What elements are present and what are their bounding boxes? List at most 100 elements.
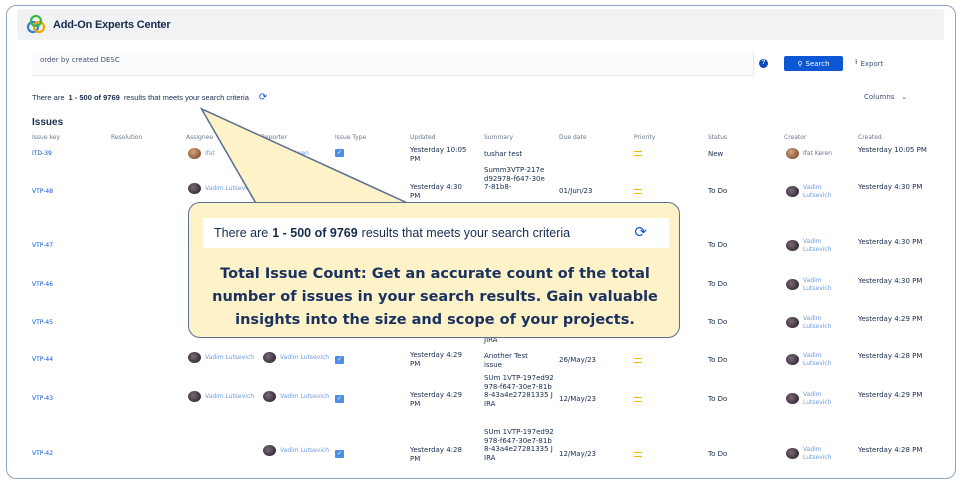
task-type-icon: ✓ <box>335 149 344 157</box>
column-header-resolution[interactable]: Resolution <box>111 134 142 141</box>
creator-cell: Vadim Lutsevich <box>786 352 852 367</box>
assignee-name: Ifat <box>205 149 215 157</box>
status-cell: To Do <box>708 318 728 326</box>
reporter-cell: Ifat Keren <box>263 148 309 159</box>
issue-key-link[interactable]: VTP-48 <box>32 188 53 197</box>
issue-key-link[interactable]: VTP-44 <box>32 356 53 365</box>
created-cell: Yesterday 4:30 PM <box>858 277 923 285</box>
callout-description: Total Issue Count: Get an accurate count… <box>189 263 681 332</box>
export-button[interactable]: ⭱ Export <box>855 56 883 71</box>
app-logo-icon <box>25 14 47 36</box>
column-header-reporter[interactable]: Reporter <box>261 134 287 141</box>
avatar <box>786 317 799 328</box>
task-type-icon: ✓ <box>335 356 344 364</box>
column-header-issue-type[interactable]: Issue Type <box>335 134 366 141</box>
issue-key-link[interactable]: VTP-46 <box>32 281 53 290</box>
issue-type-cell: ✓ <box>335 395 344 403</box>
assignee-name: Vadim Lutsevich <box>205 353 255 361</box>
status-cell: To Do <box>708 241 728 249</box>
issue-key-link[interactable]: VTP-42 <box>32 450 53 459</box>
issue-key-link[interactable]: VTP-45 <box>32 319 53 328</box>
avatar <box>786 148 799 159</box>
callout-results-suffix: results that meets your search criteria <box>361 226 571 240</box>
column-header-updated[interactable]: Updated <box>410 134 436 141</box>
issue-type-cell: ✓ <box>335 356 344 364</box>
creator-cell: Vadim Lutsevich <box>786 238 852 253</box>
status-cell: To Do <box>708 280 728 288</box>
creator-name: Vadim Lutsevich <box>803 184 832 199</box>
callout-results-prefix: There are <box>214 226 269 240</box>
due-date-cell: 12/May/23 <box>559 395 597 403</box>
search-button[interactable]: ⚲ Search <box>784 56 843 71</box>
task-type-icon: ✓ <box>335 395 344 403</box>
issue-type-cell: ✓ <box>335 450 344 458</box>
assignee-cell: Vadim Lutsevich <box>188 352 258 363</box>
assignee-cell: Vadim Lutsevich <box>188 183 258 194</box>
updated-cell: Yesterday 10:05 PM <box>410 146 467 163</box>
creator-cell: Vadim Lutsevich <box>786 184 852 199</box>
summary-cell: SUm 1VTP-197ed92978-f647-30e7-81b8-43a4e… <box>484 428 554 462</box>
avatar <box>188 183 201 194</box>
avatar <box>263 445 276 456</box>
columns-label: Columns <box>864 93 895 101</box>
created-cell: Yesterday 4:28 PM <box>858 446 923 454</box>
column-header-due-date[interactable]: Due date <box>559 134 587 141</box>
priority-cell <box>634 151 642 156</box>
due-date-cell: 26/May/23 <box>559 356 597 364</box>
status-cell: To Do <box>708 395 728 403</box>
summary-cell: Summ3VTP-217ed92978-f647-30e7-81b8- <box>484 166 545 191</box>
reporter-cell: Vadim Lutsevich <box>263 391 333 402</box>
search-icon: ⚲ <box>797 59 803 68</box>
column-header-issue-key[interactable]: Issue key <box>32 134 60 141</box>
assignee-cell: Vadim Lutsevich <box>188 391 258 402</box>
creator-cell: Vadim Lutsevich <box>786 277 852 292</box>
column-header-status[interactable]: Status <box>708 134 727 141</box>
callout-results-count: There are 1 - 500 of 9769 results that m… <box>203 218 669 248</box>
results-prefix: There are <box>32 93 65 102</box>
creator-cell: Vadim Lutsevich <box>786 315 852 330</box>
created-cell: Yesterday 4:28 PM <box>858 352 923 360</box>
column-header-assignee[interactable]: Assignee <box>186 134 213 141</box>
export-icon: ⭱ <box>855 58 858 66</box>
chevron-down-icon: ⌄ <box>896 93 908 101</box>
issues-heading: Issues <box>32 117 64 128</box>
reporter-name: Vadim Lutsevich <box>280 353 330 361</box>
reporter-cell: Vadim Lutsevich <box>263 352 333 363</box>
jql-query-input[interactable]: order by created DESC <box>32 52 754 76</box>
columns-button[interactable]: Columns ⌄ <box>864 93 907 101</box>
column-header-created[interactable]: Created <box>858 134 882 141</box>
column-header-summary[interactable]: Summary <box>484 134 513 141</box>
avatar <box>263 148 276 159</box>
priority-medium-icon <box>634 358 642 363</box>
issue-key-link[interactable]: ITD-39 <box>32 150 52 159</box>
reporter-name: Vadim Lutsevich <box>280 392 330 400</box>
issue-key-link[interactable]: VTP-43 <box>32 395 53 404</box>
avatar <box>188 148 201 159</box>
avatar <box>786 240 799 251</box>
issue-key-link[interactable]: VTP-47 <box>32 242 53 251</box>
due-date-cell: 01/Jun/23 <box>559 187 593 195</box>
priority-cell <box>634 452 642 457</box>
created-cell: Yesterday 4:29 PM <box>858 391 923 399</box>
column-header-priority[interactable]: Priority <box>634 134 655 141</box>
avatar <box>263 352 276 363</box>
avatar <box>786 279 799 290</box>
created-cell: Yesterday 4:29 PM <box>858 315 923 323</box>
created-cell: Yesterday 4:30 PM <box>858 238 923 246</box>
task-type-icon: ✓ <box>335 450 344 458</box>
avatar <box>786 186 799 197</box>
help-icon[interactable]: ? <box>759 59 768 68</box>
refresh-icon[interactable]: ⟳ <box>259 92 267 103</box>
creator-name: Vadim Lutsevich <box>803 446 832 461</box>
created-cell: Yesterday 4:30 PM <box>858 183 923 191</box>
avatar <box>263 391 276 402</box>
status-cell: New <box>708 150 724 158</box>
column-header-creator[interactable]: Creator <box>784 134 806 141</box>
app-frame: Add-On Experts Center order by created D… <box>6 5 956 479</box>
priority-cell <box>634 189 642 194</box>
creator-name: Vadim Lutsevich <box>803 391 832 406</box>
search-button-label: Search <box>805 59 830 68</box>
due-date-cell: 12/May/23 <box>559 450 597 458</box>
avatar <box>786 448 799 459</box>
updated-cell: Yesterday 4:28 PM <box>410 446 462 463</box>
